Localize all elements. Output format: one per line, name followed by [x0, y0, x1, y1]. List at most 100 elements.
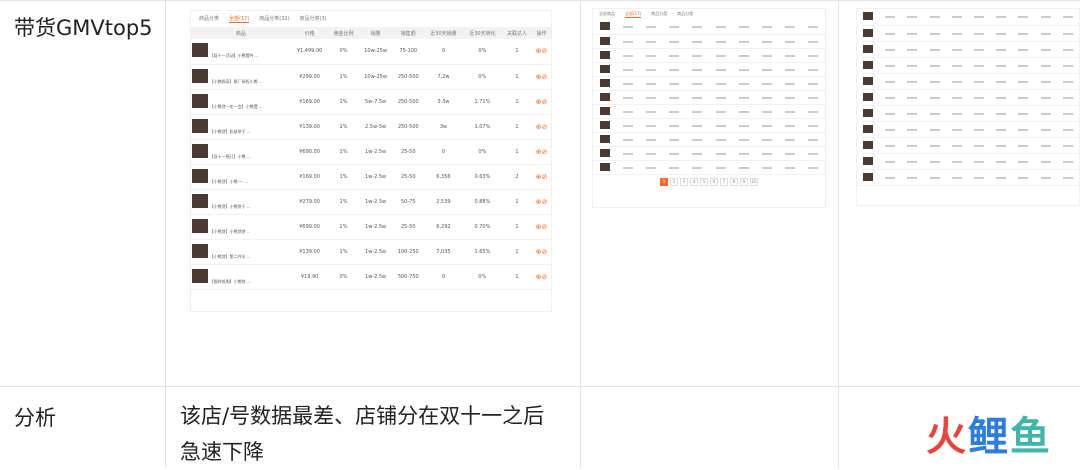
- analysis-text: 该店/号数据最差、店铺分在双十一之后急速下降: [180, 404, 545, 464]
- page-button[interactable]: 10: [750, 177, 758, 186]
- table-cell: 0: [423, 264, 463, 290]
- product-table: 商品 价格 佣金比例 销量 销售额 近30天销量 近30天转化 关联达人 操作 【双十一活动】小…: [191, 27, 551, 290]
- page-button[interactable]: 8: [730, 177, 738, 186]
- product-title: 【小熊贷】第二件半 ...: [209, 253, 251, 259]
- table-row[interactable]: [857, 9, 1079, 26]
- link-icon[interactable]: ⊘: [542, 148, 548, 156]
- link-icon[interactable]: ⊘: [542, 47, 548, 55]
- table-cell: 1w-2.5w: [358, 264, 393, 290]
- column-header[interactable]: 近30天转化: [462, 27, 502, 39]
- column-header[interactable]: 销售额: [392, 27, 424, 39]
- product-thumbnail: [599, 134, 610, 143]
- table-cell: 25-50: [392, 164, 424, 190]
- table-cell: 1%: [328, 239, 359, 265]
- table-row[interactable]: 【小猪佩奇】原厂授权小熊 ... ¥299.00 1% 10w-25w 250-500 7…: [191, 64, 551, 90]
- product-thumbnail: [599, 120, 610, 129]
- link-icon[interactable]: ⊘: [542, 223, 548, 231]
- tab[interactable]: 商品分类: [677, 11, 693, 18]
- table-cell: ¥690.00: [290, 139, 329, 165]
- table-row[interactable]: [857, 105, 1079, 122]
- product-title: 【双十一活动】小熊摆件 ...: [209, 53, 259, 59]
- table-row[interactable]: 【限时抢购】小熊饼 ... ¥19.90 0% 1w-2.5w 500-750 0 0% 1 ⊕…: [191, 264, 551, 290]
- tab[interactable]: 商品分类: [651, 11, 667, 18]
- product-thumbnail: [192, 143, 208, 158]
- link-icon[interactable]: ⊘: [542, 248, 548, 256]
- table-row[interactable]: 【双十一活动】小熊摆件 ... ¥1,499.00 0% 10w-25w 75-100 0…: [191, 39, 551, 65]
- table-row[interactable]: 【小熊贷一年一会】小熊摆 ... ¥169.00 1% 5w-7.5w 250-500 3…: [191, 89, 551, 115]
- product-thumbnail: [192, 218, 208, 233]
- table-row[interactable]: [857, 169, 1079, 186]
- page-button[interactable]: 7: [720, 177, 728, 186]
- page-button[interactable]: 5: [700, 177, 708, 186]
- table-row[interactable]: [857, 153, 1079, 170]
- table-row[interactable]: 【小熊贷】第二件半 ... ¥139.00 1% 1w-2.5w 100-250 7,03…: [191, 239, 551, 265]
- link-icon[interactable]: ⊘: [542, 98, 548, 106]
- table-row[interactable]: [593, 48, 825, 63]
- table-row[interactable]: 【小熊贷】松鼠饼干 ... ¥139.00 1% 2.5w-5w 250-500 3w 1.…: [191, 114, 551, 140]
- row-label-gmv: 带货GMVtop5: [14, 16, 153, 40]
- table-row[interactable]: 【双十一预订】小熊 ... ¥690.00 1% 1w-2.5w 25-50 0 0% 1 ⊕⊘: [191, 139, 551, 165]
- table-row[interactable]: 【小熊贷】小熊贷饼 ... ¥699.00 1% 1w-2.5w 25-50 6,292 0…: [191, 214, 551, 240]
- table-cell: 75-100: [392, 39, 424, 65]
- column-header[interactable]: 价格: [290, 27, 329, 39]
- table-row[interactable]: [593, 118, 825, 133]
- table-cell: 250-500: [392, 89, 424, 115]
- table-cell: 1w-2.5w: [358, 239, 393, 265]
- tab[interactable]: 全部(17): [625, 11, 642, 18]
- link-icon[interactable]: ⊘: [542, 198, 548, 206]
- product-title: 【小熊贷】小熊·一 ...: [209, 178, 248, 184]
- column-header[interactable]: 操作: [532, 27, 551, 39]
- table-cell: 1%: [328, 89, 359, 115]
- table-row[interactable]: [857, 137, 1079, 154]
- product-table: [593, 20, 825, 175]
- column-header[interactable]: 佣金比例: [328, 27, 359, 39]
- product-thumbnail: [863, 28, 874, 37]
- table-cell: 10w-25w: [358, 64, 393, 90]
- product-thumbnail: [192, 68, 208, 83]
- tab[interactable]: 全部商品: [599, 11, 615, 18]
- page-button[interactable]: 1: [660, 177, 668, 186]
- table-row[interactable]: [593, 146, 825, 161]
- table-row[interactable]: [593, 62, 825, 77]
- page-button[interactable]: 6: [710, 177, 718, 186]
- column-header[interactable]: 商品: [191, 27, 291, 39]
- table-row[interactable]: [857, 41, 1079, 58]
- product-thumbnail: [599, 78, 610, 87]
- link-icon[interactable]: ⊘: [542, 273, 548, 281]
- table-row[interactable]: [857, 89, 1079, 106]
- table-row[interactable]: [593, 34, 825, 49]
- page-button[interactable]: 3: [680, 177, 688, 186]
- product-thumbnail: [599, 148, 610, 157]
- table-row[interactable]: [593, 20, 825, 35]
- table-row[interactable]: [593, 104, 825, 119]
- table-row[interactable]: [857, 57, 1079, 74]
- page-button[interactable]: 2: [670, 177, 678, 186]
- tab[interactable]: 商品分类(32): [259, 15, 289, 23]
- table-cell: 1%: [328, 114, 359, 140]
- column-header[interactable]: 销量: [358, 27, 393, 39]
- table-row[interactable]: [593, 132, 825, 147]
- table-row[interactable]: [593, 160, 825, 175]
- link-icon[interactable]: ⊘: [542, 123, 548, 131]
- tab[interactable]: 全部(17): [229, 15, 250, 23]
- table-cell: 1: [501, 139, 533, 165]
- table-row[interactable]: [593, 76, 825, 91]
- page-button[interactable]: 4: [690, 177, 698, 186]
- tab[interactable]: 商品分类: [199, 15, 219, 23]
- tab[interactable]: 商品分类(3): [300, 15, 327, 23]
- column-header[interactable]: 关联达人: [501, 27, 533, 39]
- product-title: 【小熊贷一年一会】小熊摆 ...: [209, 103, 263, 109]
- link-icon[interactable]: ⊘: [542, 173, 548, 181]
- table-row[interactable]: [593, 90, 825, 105]
- table-row[interactable]: [857, 73, 1079, 90]
- table-row[interactable]: [857, 121, 1079, 138]
- column-header[interactable]: 近30天销量: [423, 27, 463, 39]
- table-cell: 7,035: [423, 239, 463, 265]
- link-icon[interactable]: ⊘: [542, 73, 548, 81]
- page-button[interactable]: 9: [740, 177, 748, 186]
- table-row[interactable]: [857, 25, 1079, 42]
- table-row[interactable]: 【小熊贷】小熊·一 ... ¥169.00 1% 1w-2.5w 25-50 6,356 0…: [191, 164, 551, 190]
- table-row[interactable]: 【小熊贷】小熊饼干 ... ¥279.00 1% 1w-2.5w 50-75 2,539 0…: [191, 189, 551, 215]
- product-title: 【小猪佩奇】原厂授权小熊 ...: [209, 78, 263, 84]
- product-table: [857, 9, 1079, 186]
